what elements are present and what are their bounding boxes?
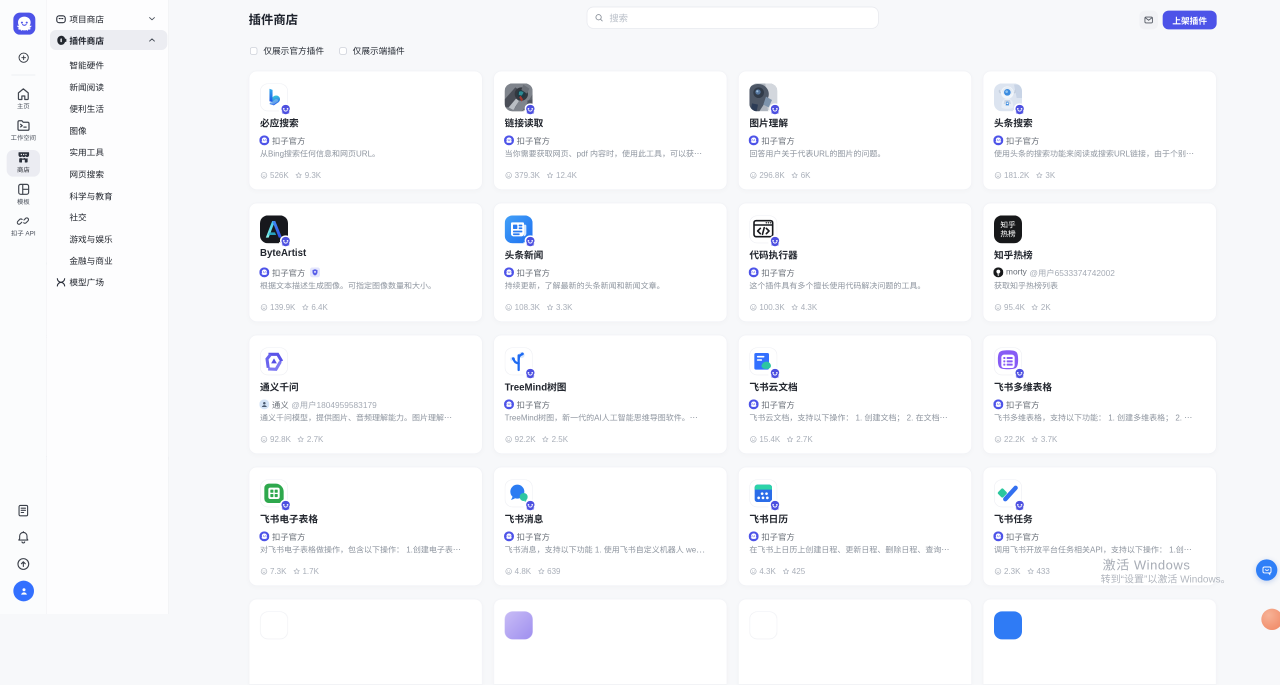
svg-text:热榜: 热榜: [1000, 228, 1016, 239]
